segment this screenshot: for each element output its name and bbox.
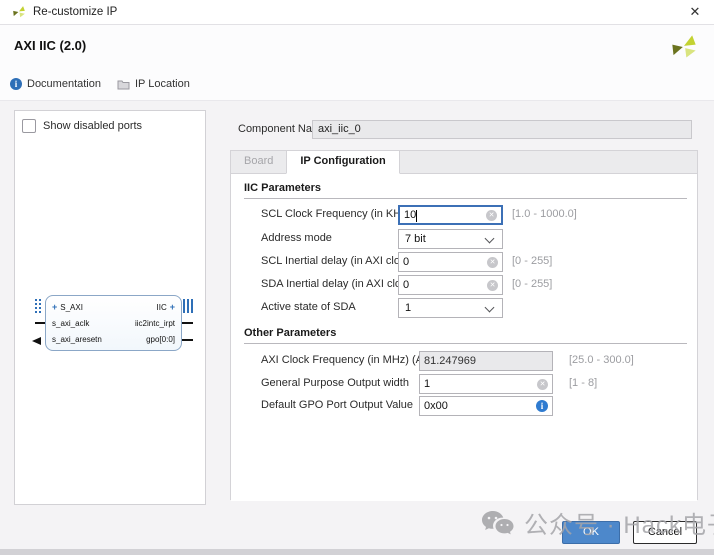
irpt-pin-stub xyxy=(182,322,193,324)
clear-icon[interactable]: ✕ xyxy=(486,210,497,221)
app-pinwheel-icon xyxy=(12,5,26,19)
gpo-default-value-row: Default GPO Port Output Value i xyxy=(231,396,697,416)
address-mode-row: Address mode 7 bit xyxy=(231,229,697,249)
recustomize-ip-dialog: Re-customize IP ✕ AXI IIC (2.0) i Docume… xyxy=(0,0,714,555)
gpo-default-value-input[interactable]: i xyxy=(419,396,553,416)
ports-preview-panel: Show disabled ports + S_AXI xyxy=(14,110,206,505)
clear-icon[interactable]: ✕ xyxy=(537,379,548,390)
component-name-field[interactable]: axi_iic_0 xyxy=(312,120,692,139)
doc-links-row: i Documentation IP Location xyxy=(10,78,190,90)
axi-clock-frequency-field xyxy=(419,351,553,371)
ip-location-button[interactable]: IP Location xyxy=(117,78,190,90)
scl-clock-frequency-range: [1.0 - 1000.0] xyxy=(512,208,577,220)
title-bar: Re-customize IP ✕ xyxy=(0,0,714,25)
chevron-down-icon xyxy=(485,234,495,244)
documentation-button[interactable]: i Documentation xyxy=(10,78,101,90)
gpo-width-range: [1 - 8] xyxy=(569,377,597,389)
sda-inertial-delay-input[interactable]: ✕ xyxy=(398,275,503,295)
iic-parameters-heading: IIC Parameters xyxy=(244,182,687,199)
tab-ip-configuration[interactable]: IP Configuration xyxy=(286,151,399,174)
ok-button[interactable]: OK xyxy=(562,521,620,544)
sda-inertial-delay-range: [0 - 255] xyxy=(512,278,552,290)
iic-expand-icon[interactable]: + xyxy=(170,302,175,312)
configuration-panel: Board IP Configuration IIC Parameters SC… xyxy=(230,150,698,500)
aresetn-arrow-icon xyxy=(32,337,41,345)
text-caret xyxy=(416,210,417,222)
show-disabled-ports-row: Show disabled ports xyxy=(22,119,142,133)
xilinx-ip-logo-icon xyxy=(670,33,698,61)
active-state-sda-select[interactable]: 1 xyxy=(398,298,503,318)
active-state-sda-label: Active state of SDA xyxy=(261,301,356,313)
wechat-icon xyxy=(480,508,516,538)
tab-board[interactable]: Board xyxy=(231,151,286,173)
ip-title: AXI IIC (2.0) xyxy=(14,38,86,53)
documentation-label: Documentation xyxy=(27,78,101,90)
scl-clock-frequency-label: SCL Clock Frequency (in KHz) xyxy=(261,208,410,220)
scl-inertial-delay-range: [0 - 255] xyxy=(512,255,552,267)
component-name-value: axi_iic_0 xyxy=(318,123,361,135)
ip-block-diagram: + S_AXI IIC + s_axi_aclk iic2intc_irpt s… xyxy=(45,295,182,351)
ip-configuration-content: IIC Parameters SCL Clock Frequency (in K… xyxy=(231,174,697,501)
window-title: Re-customize IP xyxy=(33,0,117,24)
port-s-axi-aclk: s_axi_aclk xyxy=(52,319,89,328)
port-iic: IIC xyxy=(157,303,167,312)
other-parameters-heading: Other Parameters xyxy=(244,327,687,344)
show-disabled-ports-checkbox[interactable] xyxy=(22,119,36,133)
gpo-default-value-label: Default GPO Port Output Value xyxy=(261,399,413,411)
axi-interface-stub-icon xyxy=(35,299,44,313)
iic-interface-stub-icon xyxy=(183,299,194,313)
active-state-sda-value: 1 xyxy=(405,302,411,314)
port-s-axi: S_AXI xyxy=(60,303,83,312)
sda-inertial-delay-row: SDA Inertial delay (in AXI clocks) ✕ [0 … xyxy=(231,275,697,295)
tab-strip: Board IP Configuration xyxy=(231,151,697,174)
scl-inertial-delay-label: SCL Inertial delay (in AXI clocks) xyxy=(261,255,420,267)
scl-inertial-delay-row: SCL Inertial delay (in AXI clocks) ✕ [0 … xyxy=(231,252,697,272)
info-icon: i xyxy=(10,78,22,90)
folder-icon xyxy=(117,79,130,90)
axi-clock-frequency-row: AXI Clock Frequency (in MHz) (Auto) [25.… xyxy=(231,351,697,371)
gpo-width-row: General Purpose Output width ✕ [1 - 8] xyxy=(231,374,697,394)
port-s-axi-aresetn: s_axi_aresetn xyxy=(52,335,102,344)
block-row-interfaces: + S_AXI IIC + xyxy=(46,299,181,315)
clear-icon[interactable]: ✕ xyxy=(487,280,498,291)
port-iic2intc-irpt: iic2intc_irpt xyxy=(135,319,175,328)
cancel-button[interactable]: Cancel xyxy=(633,521,697,544)
block-row-clk: s_axi_aclk iic2intc_irpt xyxy=(46,315,181,331)
clear-icon[interactable]: ✕ xyxy=(487,257,498,268)
scl-clock-frequency-input[interactable]: ✕ xyxy=(398,205,503,225)
axi-clock-frequency-range: [25.0 - 300.0] xyxy=(569,354,634,366)
close-icon[interactable]: ✕ xyxy=(686,0,704,24)
info-icon[interactable]: i xyxy=(536,400,548,412)
s-axi-expand-icon[interactable]: + xyxy=(52,302,57,312)
address-mode-value: 7 bit xyxy=(405,233,426,245)
scl-clock-frequency-row: SCL Clock Frequency (in KHz) ✕ [1.0 - 10… xyxy=(231,205,697,225)
window-bottom-edge xyxy=(0,549,714,555)
dialog-header: AXI IIC (2.0) i Documentation IP Locatio… xyxy=(0,25,714,101)
block-row-reset: s_axi_aresetn gpo[0:0] xyxy=(46,331,181,347)
scl-inertial-delay-input[interactable]: ✕ xyxy=(398,252,503,272)
address-mode-select[interactable]: 7 bit xyxy=(398,229,503,249)
gpo-width-label: General Purpose Output width xyxy=(261,377,409,389)
chevron-down-icon xyxy=(485,303,495,313)
show-disabled-ports-label: Show disabled ports xyxy=(43,120,142,132)
address-mode-label: Address mode xyxy=(261,232,332,244)
gpo-width-input[interactable]: ✕ xyxy=(419,374,553,394)
ip-location-label: IP Location xyxy=(135,78,190,90)
port-gpo: gpo[0:0] xyxy=(146,335,175,344)
axi-clock-frequency-label: AXI Clock Frequency (in MHz) (Auto) xyxy=(261,354,442,366)
gpo-pin-stub xyxy=(182,339,193,341)
active-state-sda-row: Active state of SDA 1 xyxy=(231,298,697,318)
